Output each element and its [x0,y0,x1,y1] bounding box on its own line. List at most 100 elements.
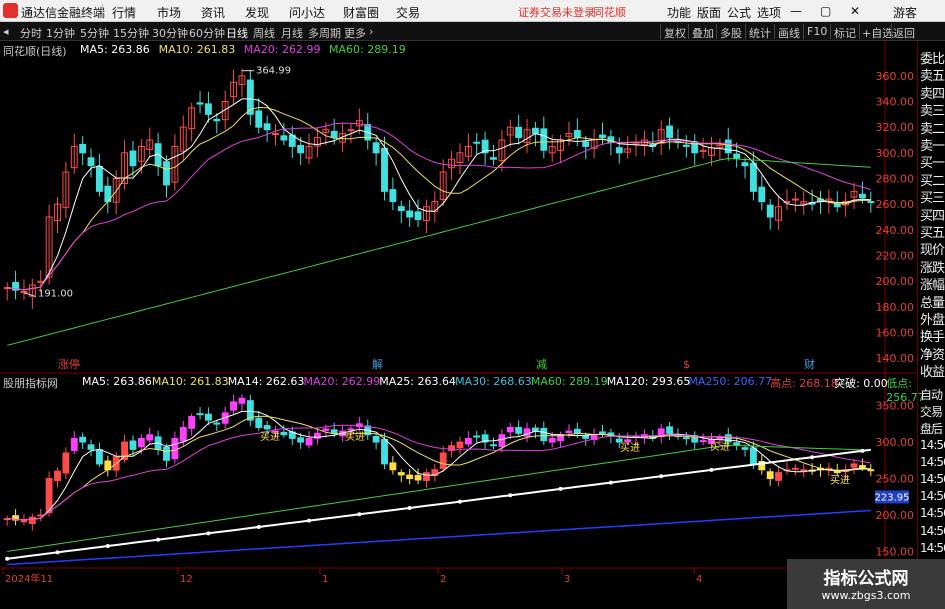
ind-candle-body [582,435,590,439]
back-button[interactable]: 返回 [893,25,915,41]
trade-panel-item[interactable]: 14:56 [920,506,945,520]
candle-body [406,210,414,218]
candle-body [573,130,581,138]
trade-panel-item[interactable]: 自动 [920,386,945,403]
side-panel-item[interactable]: 涨跌 [920,257,945,276]
side-panel-item[interactable]: 换手 [920,326,945,345]
trade-panel-item[interactable]: 14:56 [920,438,945,452]
side-panel-item[interactable]: 委比 [920,48,945,67]
menu-news[interactable]: 资讯 [201,4,225,21]
menu-options[interactable]: 选项 [757,4,781,21]
candle-body [372,142,380,154]
ind-candle-body [733,442,741,446]
trade-panel-item[interactable]: 14:56 [920,524,945,538]
login-warning[interactable]: 证券交易未登录 [518,4,595,20]
x-tick-label: 3 [564,574,570,585]
side-panel-item[interactable]: 收益 [920,361,945,380]
menu-quotes[interactable]: 行情 [112,4,136,21]
trade-panel-item[interactable]: 交易 [920,403,945,420]
y-tick-label: 180.00 [876,301,915,314]
trade-panel-item[interactable]: 14:56 [920,472,945,486]
period-tab[interactable]: 5分钟 [80,25,109,41]
indicator-value: MA60: 289.19 [530,375,608,388]
minimize-icon[interactable]: — [790,4,802,18]
side-panel-item[interactable]: 买一 [920,152,945,171]
trade-side-panel: 自动交易盘后14:5614:5614:5614:5614:5614:5614:5… [917,383,945,583]
ind-candle-body [305,437,313,446]
event-mark: 解 [372,357,383,371]
trade-panel-item[interactable]: 14:56 [920,455,945,469]
candle-body [95,165,103,192]
candle-body [833,203,841,208]
menu-wealth[interactable]: 财富圈 [343,4,379,21]
menu-discover[interactable]: 发现 [245,4,269,21]
side-panel-item[interactable]: 卖三 [920,100,945,119]
trade-panel-item[interactable]: 14:56 [920,541,945,555]
f10-button[interactable]: F10 [807,25,827,38]
period-tab[interactable]: 15分钟 [113,25,149,41]
period-tab[interactable]: 周线 [253,25,275,41]
period-tab[interactable]: 分时 [20,25,42,41]
add-watchlist-button[interactable]: +自选 [862,25,893,41]
candle-body [414,211,422,221]
ma120-dot [457,499,462,504]
candle-body [615,147,623,154]
ma120-dot [709,467,714,472]
side-panel-item[interactable]: 买四 [920,205,945,224]
guest-label[interactable]: 游客 [893,4,917,21]
side-panel-item[interactable]: 买二 [920,170,945,189]
ma60-line [7,157,871,346]
period-tab-more[interactable]: 更多 [344,25,366,41]
ma120-dot [407,505,412,510]
menu-ask[interactable]: 问小达 [289,4,325,21]
ind-candle-body [624,439,632,443]
side-panel-item[interactable]: 外盘 [920,309,945,328]
trade-panel-item[interactable]: 14:56 [920,489,945,503]
side-panel-item[interactable]: 卖一 [920,135,945,154]
ind-candle-body [263,425,271,430]
ind-candle-body [716,437,724,440]
multi-stock-button[interactable]: 多股 [720,25,742,41]
divider [745,24,746,39]
y-tick-label: 300.00 [876,436,915,449]
menu-formula[interactable]: 公式 [727,4,751,21]
side-panel-item[interactable]: 买三 [920,187,945,206]
side-panel-item[interactable]: 净资 [920,344,945,363]
collapse-icon[interactable]: ◂ [3,25,9,38]
ind-candle-body [724,434,732,443]
draw-button[interactable]: 画线 [778,25,800,41]
menu-function[interactable]: 功能 [667,4,691,21]
period-tab[interactable]: 多周期 [308,25,341,41]
side-panel-item[interactable]: 卖四 [920,83,945,102]
period-tab-active[interactable]: 日线 [226,25,248,41]
menu-market[interactable]: 市场 [157,4,181,21]
mark-button[interactable]: 标记 [834,25,856,41]
watermark-url: www.zbgs3.com [821,589,911,602]
chevron-down-icon[interactable]: › [369,25,373,38]
period-tab[interactable]: 60分钟 [189,25,225,41]
stats-button[interactable]: 统计 [749,25,771,41]
side-panel-item[interactable]: 卖二 [920,118,945,137]
side-panel-item[interactable]: 涨幅 [920,274,945,293]
side-panel-item[interactable]: 买五 [920,222,945,241]
ind-candle-body [800,469,808,472]
fq-button[interactable]: 复权 [664,25,686,41]
period-tab[interactable]: 30分钟 [152,25,188,41]
candle-body [272,133,279,136]
side-panel-item[interactable]: 卖五 [920,65,945,84]
side-panel-item[interactable]: 现价 [920,239,945,258]
maximize-icon[interactable]: ▢ [820,4,831,18]
side-panel-item[interactable]: 总量 [920,292,945,311]
menu-trade[interactable]: 交易 [396,4,420,21]
kline-chart[interactable]: 364.99191.00 买进 买进买进 买进买进 360.00340.00320.… [0,41,945,609]
x-tick-label: 2024年11 [5,572,53,585]
ma120-dot [307,518,312,523]
close-icon[interactable]: ✕ [850,4,860,18]
overlay-button[interactable]: 叠加 [692,25,714,41]
candle-body [330,130,338,138]
divider [859,24,860,39]
period-tab[interactable]: 1分钟 [46,25,75,41]
menu-layout[interactable]: 版面 [697,4,721,21]
period-tab[interactable]: 月线 [281,25,303,41]
trade-panel-item[interactable]: 盘后 [920,420,945,437]
